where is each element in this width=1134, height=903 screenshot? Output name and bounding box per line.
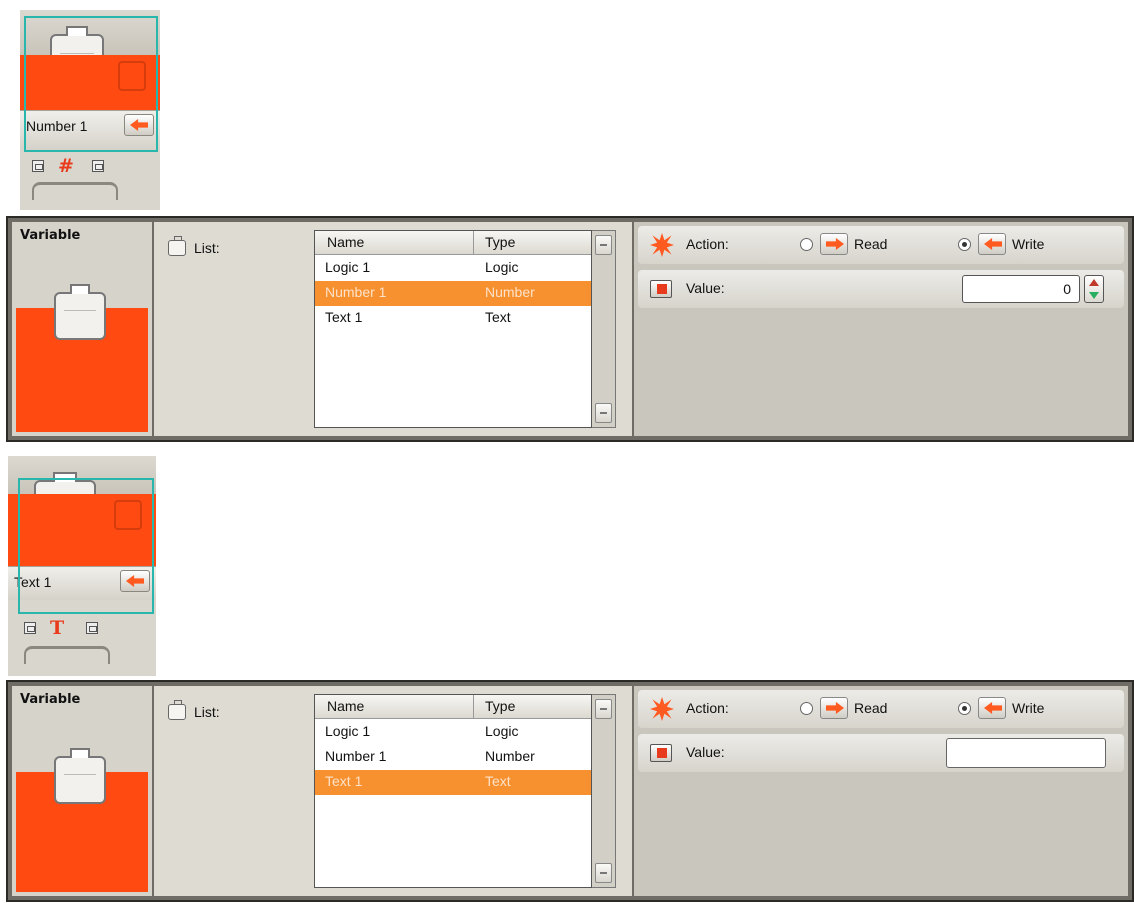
read-arrow-icon[interactable]: [820, 697, 848, 719]
table-row[interactable]: Logic 1 Logic: [315, 720, 591, 745]
table-header: Name Type: [315, 695, 591, 719]
hub-plug-right-icon[interactable]: [86, 622, 98, 634]
value-text: 0: [1063, 281, 1071, 297]
hub-plug-right-icon[interactable]: [92, 160, 104, 172]
panel-title: Variable: [20, 228, 81, 243]
write-arrow-icon[interactable]: [978, 233, 1006, 255]
value-plug-icon: [650, 744, 672, 762]
row-name: Text 1: [325, 309, 363, 325]
variable-block-text[interactable]: Text 1 T: [8, 456, 156, 676]
value-number-input[interactable]: 0: [962, 275, 1080, 303]
value-label: Value:: [686, 744, 725, 760]
selection-frame: [24, 16, 158, 152]
variable-config-panel-1: Variable List: Name Type Logic 1 Logic N…: [6, 216, 1134, 442]
table-row[interactable]: Number 1 Number: [315, 745, 591, 770]
list-label: List:: [194, 704, 220, 720]
value-text-input[interactable]: [946, 738, 1106, 768]
write-label[interactable]: Write: [1012, 236, 1044, 252]
write-label[interactable]: Write: [1012, 700, 1044, 716]
column-name-header[interactable]: Name: [327, 234, 364, 250]
row-name: Number 1: [325, 748, 387, 764]
action-section: Action: Read Write Value: 0: [634, 222, 1128, 436]
row-name: Number 1: [325, 284, 387, 300]
row-name: Text 1: [325, 773, 363, 789]
table-row-selected[interactable]: Text 1 Text: [315, 770, 591, 795]
write-radio[interactable]: [958, 702, 971, 715]
action-row: Action: Read Write: [638, 226, 1124, 264]
column-type-header[interactable]: Type: [485, 234, 515, 250]
write-radio[interactable]: [958, 238, 971, 251]
row-type: Logic: [485, 259, 519, 275]
hub-plug-left-icon[interactable]: [24, 622, 36, 634]
variable-block-number[interactable]: Number 1 #: [20, 10, 160, 210]
write-arrow-icon[interactable]: [978, 697, 1006, 719]
text-t-icon: T: [50, 617, 65, 639]
table-scrollbar[interactable]: [592, 230, 616, 428]
action-row: Action: Read Write: [638, 690, 1124, 728]
list-briefcase-icon: [168, 236, 186, 256]
hub-plug-left-icon[interactable]: [32, 160, 44, 172]
row-type: Text: [485, 773, 511, 789]
list-briefcase-icon: [168, 700, 186, 720]
action-label: Action:: [686, 700, 729, 716]
row-type: Number: [485, 284, 535, 300]
value-label: Value:: [686, 280, 725, 296]
read-arrow-icon[interactable]: [820, 233, 848, 255]
column-name-header[interactable]: Name: [327, 698, 364, 714]
table-row[interactable]: Logic 1 Logic: [315, 256, 591, 281]
panel-title: Variable: [20, 692, 81, 707]
scroll-up-button[interactable]: [595, 699, 612, 719]
scroll-up-button[interactable]: [595, 235, 612, 255]
table-row[interactable]: Text 1 Text: [315, 306, 591, 331]
action-section: Action: Read Write Value:: [634, 686, 1128, 896]
table-row-selected[interactable]: Number 1 Number: [315, 281, 591, 306]
row-type: Number: [485, 748, 535, 764]
table-scrollbar[interactable]: [592, 694, 616, 888]
panel-variable-preview: Variable: [12, 222, 152, 436]
briefcase-icon: [54, 748, 106, 804]
read-label[interactable]: Read: [854, 236, 887, 252]
row-type: Text: [485, 309, 511, 325]
row-name: Logic 1: [325, 723, 371, 739]
variable-config-panel-2: Variable List: Name Type Logic 1 Logic N…: [6, 680, 1134, 902]
selection-frame: [18, 478, 154, 614]
burst-icon: [650, 697, 674, 721]
read-label[interactable]: Read: [854, 700, 887, 716]
value-row: Value:: [638, 734, 1124, 772]
panel-variable-preview: Variable: [12, 686, 152, 896]
list-section: List: Name Type Logic 1 Logic Number 1 N…: [154, 686, 632, 896]
variable-table[interactable]: Name Type Logic 1 Logic Number 1 Number …: [314, 230, 592, 428]
scroll-down-button[interactable]: [595, 403, 612, 423]
read-radio[interactable]: [800, 702, 813, 715]
action-label: Action:: [686, 236, 729, 252]
data-hub[interactable]: T: [24, 617, 114, 664]
list-label: List:: [194, 240, 220, 256]
scroll-down-button[interactable]: [595, 863, 612, 883]
column-type-header[interactable]: Type: [485, 698, 515, 714]
value-row: Value: 0: [638, 270, 1124, 308]
briefcase-icon: [54, 284, 106, 340]
hash-icon: #: [58, 155, 74, 177]
list-section: List: Name Type Logic 1 Logic Number 1 N…: [154, 222, 632, 436]
data-hub[interactable]: #: [32, 155, 122, 200]
read-radio[interactable]: [800, 238, 813, 251]
variable-table[interactable]: Name Type Logic 1 Logic Number 1 Number …: [314, 694, 592, 888]
table-header: Name Type: [315, 231, 591, 255]
row-type: Logic: [485, 723, 519, 739]
value-plug-icon: [650, 280, 672, 298]
burst-icon: [650, 233, 674, 257]
spinner-icon[interactable]: [1084, 275, 1104, 303]
row-name: Logic 1: [325, 259, 371, 275]
